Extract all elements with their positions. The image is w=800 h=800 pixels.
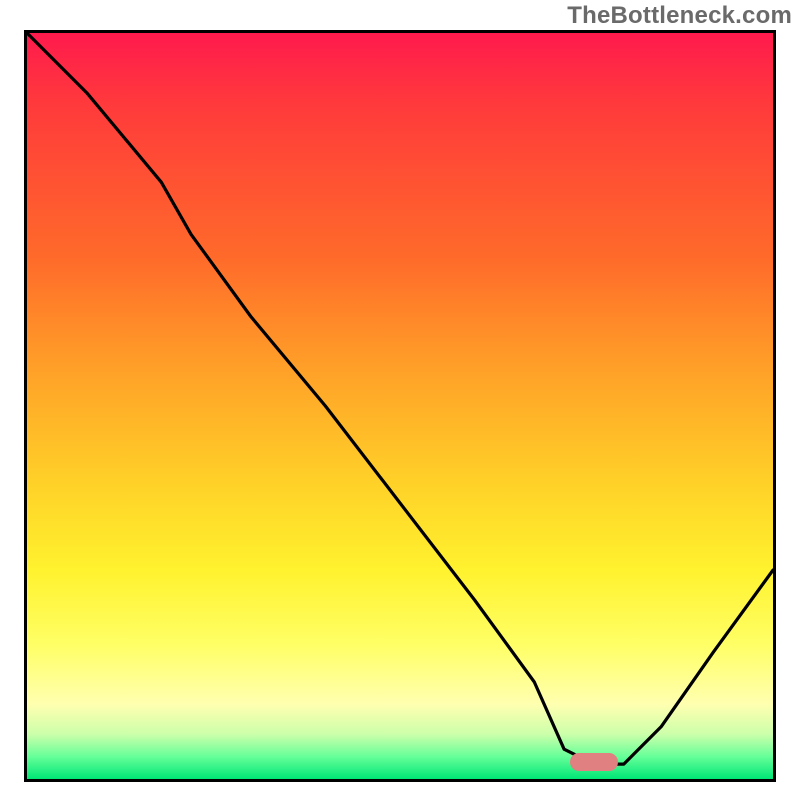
bottleneck-curve: [27, 33, 773, 779]
optimal-marker: [570, 753, 618, 771]
plot-area: [24, 30, 776, 782]
watermark-text: TheBottleneck.com: [567, 2, 792, 30]
chart-container: TheBottleneck.com: [0, 0, 800, 800]
